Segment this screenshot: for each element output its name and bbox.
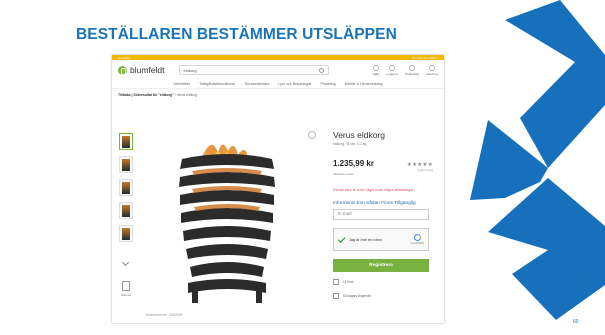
checkmark-icon bbox=[337, 234, 346, 243]
thumbnail-image bbox=[122, 135, 130, 148]
nav-item[interactable]: Möbler & Heminredning bbox=[345, 82, 383, 86]
header-item-label: Logga in bbox=[386, 71, 399, 76]
shop-header: blumfeldt eldkorg Hjälp Logga in Önskeli… bbox=[112, 60, 444, 80]
price-row: 1.235,99 kr ★★★★★ bbox=[333, 159, 433, 168]
nav-item[interactable]: Trädgårdsdekorationer bbox=[199, 82, 235, 86]
vertical-credit: © Terano bbox=[585, 275, 591, 296]
header-wishlist[interactable]: Önskelista bbox=[405, 64, 420, 76]
page-number: 60 bbox=[573, 319, 579, 325]
thumbnail-list bbox=[119, 133, 135, 248]
header-login[interactable]: Logga in bbox=[386, 64, 399, 76]
stock-status: Denna vara är som i lager inom några arb… bbox=[333, 188, 414, 192]
header-cart[interactable]: Varukorg bbox=[426, 64, 438, 76]
nav-item[interactable]: Planering bbox=[321, 82, 336, 86]
search-value: eldkorg bbox=[183, 67, 197, 73]
wishlist-heart-icon[interactable] bbox=[308, 131, 316, 139]
box-icon bbox=[333, 279, 339, 285]
nav-item[interactable]: Ljus och Belysningar bbox=[278, 82, 311, 86]
info-row-delivery: Lil Kork bbox=[333, 279, 433, 285]
thumbnail[interactable] bbox=[119, 202, 133, 219]
thumbnail[interactable] bbox=[119, 133, 133, 150]
arrow-top bbox=[505, 0, 605, 168]
arrow-bottom bbox=[488, 178, 605, 320]
price-note: Inklusive moms bbox=[333, 172, 354, 176]
help-icon bbox=[373, 64, 380, 71]
email-field[interactable]: E-mail bbox=[333, 209, 429, 220]
presentation-slide: BESTÄLLAREN BESTÄMMER UTSLÄPPEN © Terano… bbox=[0, 0, 605, 335]
nav-item[interactable]: Terrassvärmare bbox=[244, 82, 269, 86]
chevron-down-icon[interactable] bbox=[121, 258, 130, 267]
product-title: Verus eldkorg bbox=[333, 130, 385, 140]
thumbnail-image bbox=[122, 158, 130, 171]
article-number: Artikelnummer: 10032999 bbox=[146, 313, 183, 317]
thumbnail[interactable] bbox=[119, 225, 133, 242]
breadcrumb-current: / Verus eldkorg bbox=[174, 93, 198, 97]
topbar-left: blumfeldt bbox=[118, 55, 131, 60]
webshop-screenshot: blumfeldt Fri frakt över 499 kr blumfeld… bbox=[112, 55, 444, 323]
recaptcha-icon bbox=[413, 234, 421, 241]
recaptcha-box[interactable]: Jag är inte en robot reCAPTCHA bbox=[333, 228, 429, 251]
thumbnail-image bbox=[122, 204, 130, 217]
product-subtitle: eldkorg, 40 cm, 6,2 kg bbox=[333, 142, 367, 146]
search-input[interactable]: eldkorg bbox=[178, 65, 329, 75]
product-info: Verus eldkorg eldkorg, 40 cm, 6,2 kg 1.2… bbox=[333, 130, 433, 299]
manual-label: Manual bbox=[121, 293, 131, 297]
thumbnail[interactable] bbox=[119, 156, 133, 173]
thumbnail-image bbox=[122, 181, 130, 194]
thumbnail[interactable] bbox=[119, 179, 133, 196]
breadcrumb: Tillbaka | Sökresultat för "eldkorg" / V… bbox=[112, 89, 444, 101]
header-actions: Hjälp Logga in Önskelista Varukorg bbox=[372, 64, 438, 76]
info-row-return: 60 dagars ångerrätt bbox=[333, 293, 433, 299]
captcha-label: Jag är inte en robot bbox=[349, 237, 382, 242]
breadcrumb-back[interactable]: Tillbaka | Sökresultat för "eldkorg" bbox=[118, 93, 174, 97]
header-item-label: Önskelista bbox=[405, 71, 420, 76]
return-icon bbox=[333, 293, 339, 299]
thumbnail-image bbox=[122, 227, 130, 240]
logo-text: blumfeldt bbox=[130, 65, 165, 75]
product-image bbox=[179, 144, 275, 303]
product-price: 1.235,99 kr bbox=[333, 159, 374, 168]
recaptcha-logo: reCAPTCHA bbox=[410, 234, 424, 245]
recaptcha-brand: reCAPTCHA bbox=[410, 242, 424, 245]
header-item-label: Hjälp bbox=[372, 71, 380, 76]
shop-logo[interactable]: blumfeldt bbox=[118, 65, 165, 75]
header-item-label: Varukorg bbox=[426, 71, 438, 76]
notify-heading: Informerar Eim Sådan Finns Tillgänglig bbox=[333, 201, 416, 206]
header-help[interactable]: Hjälp bbox=[372, 64, 380, 76]
register-button[interactable]: Registrera bbox=[333, 259, 429, 272]
info-row-label: Lil Kork bbox=[343, 280, 354, 284]
topbar-right: Fri frakt över 499 kr bbox=[411, 55, 438, 60]
logo-icon bbox=[118, 65, 127, 75]
category-nav: Utemöbler Trädgårdsdekorationer Terrassv… bbox=[112, 80, 444, 89]
user-icon bbox=[389, 64, 396, 71]
heart-icon bbox=[409, 64, 416, 71]
info-row-label: 60 dagars ångerrätt bbox=[343, 294, 371, 298]
manual-link[interactable]: Manual bbox=[119, 281, 133, 297]
nav-item[interactable]: Utemöbler bbox=[174, 82, 191, 86]
search-icon[interactable] bbox=[318, 67, 324, 73]
document-icon bbox=[122, 281, 130, 291]
cart-icon bbox=[429, 64, 436, 71]
